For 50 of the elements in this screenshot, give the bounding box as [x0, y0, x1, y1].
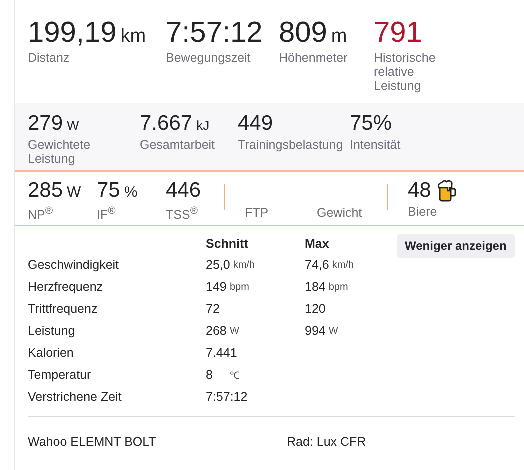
column-header: Max	[305, 236, 330, 253]
stat-label: Gesamtarbeit	[140, 138, 216, 152]
metric-label: Verstrichene Zeit	[28, 389, 123, 406]
stat-value: 285 W	[28, 180, 82, 202]
stat-value: 199,19 km	[28, 18, 148, 48]
average-value: 7.441	[206, 345, 238, 362]
average-value: 7:57:12	[206, 389, 249, 406]
average-value: 268 W	[206, 323, 240, 340]
average-value: 25,0 km/h	[206, 257, 256, 274]
column-header: Schnitt	[206, 236, 250, 253]
max-value: 994 W	[305, 323, 340, 340]
stat-label: Biere	[408, 205, 438, 220]
stat-label: FTP	[245, 206, 270, 220]
stat-label: Gewichtete Leistung	[28, 138, 92, 166]
stat-label: Historische relative Leistung	[374, 51, 437, 94]
show-less-button[interactable]: Weniger anzeigen	[397, 234, 515, 258]
stat-label: TSS$^{®}$	[166, 205, 199, 222]
average-value: 8 ℃	[206, 367, 241, 384]
device-name: Wahoo ELEMNT BOLT	[28, 435, 158, 449]
metric-label: Leistung	[28, 323, 76, 340]
max-value: 120	[305, 301, 327, 318]
max-value: 184 bpm	[305, 279, 350, 296]
stat-label: NP$^{®}$	[28, 205, 54, 222]
stat-label: Distanz	[28, 51, 71, 66]
metric-label: Temperatur	[28, 367, 92, 384]
average-value: 72	[206, 301, 221, 318]
stat-value: 809 m	[279, 18, 348, 48]
bike-name: Rad: Lux CFR	[287, 435, 368, 449]
stat-value: 279 W	[28, 113, 80, 136]
average-value: 149 bpm	[206, 279, 250, 296]
stat-value: 75 %	[97, 180, 138, 202]
stat-value: 446	[166, 180, 202, 202]
stat-value: 7:57:12	[166, 18, 264, 48]
stat-label: IF$^{®}$	[97, 205, 117, 222]
stat-value: 7.667 kJ	[140, 113, 211, 136]
metric-label: Geschwindigkeit	[28, 257, 120, 274]
metric-label: Herzfrequenz	[28, 279, 104, 296]
beer-mug-icon	[437, 180, 458, 202]
stat-label: Höhenmeter	[279, 51, 349, 66]
stat-label: Bewegungszeit	[166, 51, 252, 66]
stat-label: Intensität	[350, 138, 402, 152]
stat-value: 791	[374, 18, 424, 48]
max-value: 74,6 km/h	[305, 257, 356, 274]
stat-value: 75%	[350, 113, 394, 136]
stat-label: Gewicht	[317, 206, 364, 220]
stat-value: 48	[408, 180, 432, 202]
stat-value: 449	[238, 113, 274, 136]
metric-label: Trittfrequenz	[28, 301, 99, 318]
metric-label: Kalorien	[28, 345, 75, 362]
stat-label: Trainingsbelastung	[238, 138, 344, 152]
